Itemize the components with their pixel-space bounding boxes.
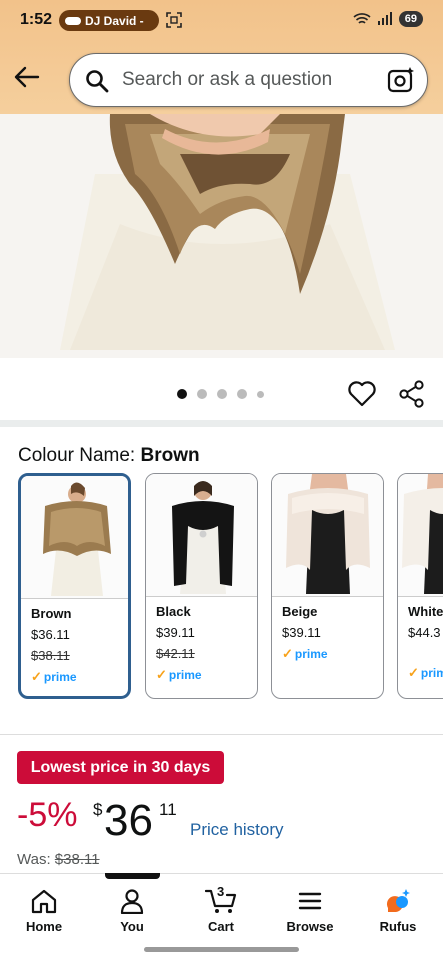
product-image[interactable] (0, 114, 443, 358)
section-divider (0, 734, 443, 735)
price-history-link[interactable]: Price history (190, 820, 284, 840)
deal-badge: Lowest price in 30 days (17, 751, 224, 784)
check-icon: ✓ (31, 669, 42, 684)
section-divider (0, 420, 443, 427)
camera-search-icon[interactable] (387, 66, 415, 94)
nav-cart[interactable]: 3 Cart (186, 884, 256, 934)
header: 1:52 DJ David - 69 Search or ask a quest… (0, 0, 443, 114)
was-label: Was: (17, 851, 51, 868)
status-bar: 1:52 DJ David - 69 (0, 0, 443, 40)
carousel-dot[interactable] (237, 389, 247, 399)
share-button[interactable] (398, 380, 426, 413)
prime-badge: ✓ prime (31, 669, 118, 685)
wifi-icon (353, 13, 371, 24)
nav-browse-label: Browse (286, 919, 334, 934)
swatch-image (272, 474, 383, 597)
nav-home-label: Home (25, 919, 63, 934)
swatch-name: Beige (282, 604, 318, 619)
swatch-image (146, 474, 257, 597)
search-input[interactable]: Search or ask a question (69, 53, 428, 107)
colour-label: Colour Name: Brown (18, 445, 200, 467)
nav-you[interactable]: You (97, 888, 167, 934)
prime-text: prime (294, 647, 328, 661)
swatch-name: Brown (31, 606, 72, 621)
back-button[interactable] (12, 62, 42, 92)
check-icon: ✓ (282, 646, 293, 661)
swatch-was-price: $38.11 (31, 648, 70, 663)
nav-rufus-label: Rufus (379, 919, 417, 934)
media-pill[interactable]: DJ David - (59, 10, 159, 31)
swatch-white[interactable]: White $44.3 ✓prim (397, 473, 443, 699)
colour-selected-value: Brown (140, 445, 200, 466)
home-indicator (144, 947, 299, 952)
heart-icon (348, 381, 376, 407)
media-pill-text: DJ David - (85, 13, 144, 28)
swatch-beige[interactable]: Beige $39.11 ✓ prime (271, 473, 384, 699)
cloud-icon (65, 16, 81, 25)
menu-icon (298, 892, 322, 910)
colour-label-text: Colour Name: (18, 445, 136, 466)
carousel-dot[interactable] (197, 389, 207, 399)
swatch-black[interactable]: Black $39.11 $42.11 ✓ prime (145, 473, 258, 699)
battery-indicator: 69 (398, 11, 423, 27)
arrow-left-icon (14, 66, 40, 88)
swatch-image (398, 474, 443, 597)
nav-home[interactable]: Home (9, 888, 79, 934)
home-icon (31, 889, 57, 914)
swatch-name: Black (156, 604, 191, 619)
scan-icon (166, 12, 182, 28)
carousel-dots[interactable] (177, 389, 264, 399)
carousel-dot[interactable] (257, 390, 264, 398)
prime-badge: ✓prim (408, 665, 443, 681)
prime-badge: ✓ prime (282, 646, 373, 662)
search-placeholder: Search or ask a question (122, 69, 333, 90)
cart-count: 3 (217, 884, 225, 899)
was-price-line: Was: $38.11 (17, 851, 100, 868)
share-icon (399, 380, 424, 408)
status-time: 1:52 (20, 11, 53, 28)
swatch-price: $39.11 (282, 625, 321, 640)
nav-browse[interactable]: Browse (275, 888, 345, 934)
swatch-brown[interactable]: Brown $36.11 $38.11 ✓ prime (18, 473, 131, 699)
status-icons: 69 (353, 11, 423, 27)
product-photo (0, 114, 443, 358)
nav-you-label: You (120, 919, 144, 934)
person-icon (120, 889, 144, 914)
prime-text: prime (43, 670, 77, 684)
carousel-dot[interactable] (177, 389, 187, 399)
rufus-icon (386, 889, 410, 912)
prime-text: prime (168, 668, 202, 682)
carousel-dot[interactable] (217, 389, 227, 399)
nav-rufus[interactable]: Rufus (363, 888, 433, 934)
was-price: $38.11 (54, 851, 100, 868)
check-icon: ✓ (408, 665, 419, 680)
search-icon (86, 70, 109, 93)
prime-text: prim (420, 666, 443, 680)
swatch-was-price: $42.11 (156, 646, 195, 661)
swatch-price: $36.11 (31, 627, 70, 642)
price-whole: 36 (104, 796, 153, 845)
nav-active-indicator (105, 873, 160, 879)
swatch-image (21, 476, 128, 599)
wishlist-button[interactable] (347, 380, 377, 413)
swatch-price: $39.11 (156, 625, 195, 640)
swatch-name: White (408, 604, 443, 619)
price-fraction: 11 (159, 800, 177, 819)
check-icon: ✓ (156, 667, 167, 682)
price-currency: $ (93, 800, 103, 819)
nav-cart-label: Cart (207, 919, 234, 934)
colour-swatches: Brown $36.11 $38.11 ✓ prime Black $39.11 … (18, 473, 443, 701)
prime-badge: ✓ prime (156, 667, 247, 683)
discount-percent: -5% (17, 796, 78, 834)
swatch-price: $44.3 (408, 625, 441, 640)
signal-icon (377, 12, 392, 25)
